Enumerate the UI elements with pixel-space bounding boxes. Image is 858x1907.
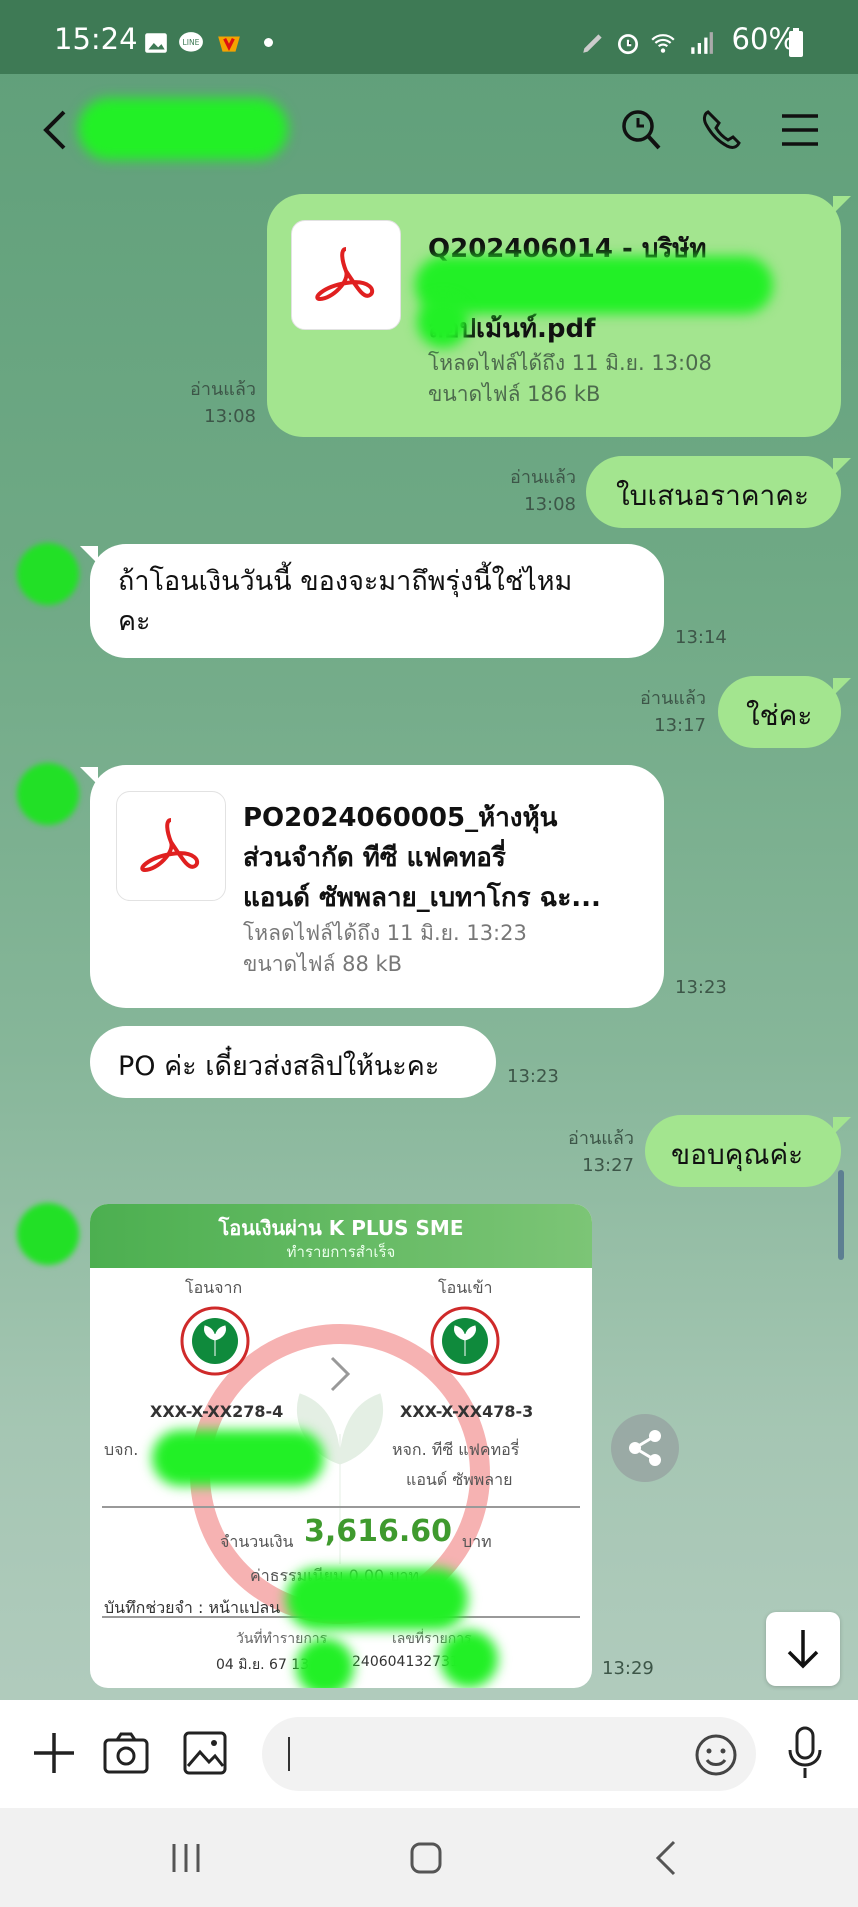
- svg-text:LINE: LINE: [183, 38, 200, 47]
- slip-image[interactable]: โอนเงินผ่าน K PLUS SME ทำรายการสำเร็จ โอ…: [90, 1204, 592, 1688]
- arrow-right-icon: [330, 1356, 351, 1392]
- pdf-icon: [291, 220, 401, 330]
- battery-percent: 60%: [731, 22, 796, 56]
- from-account: XXX-X-XX278-4: [150, 1402, 284, 1421]
- message-input[interactable]: [262, 1717, 756, 1791]
- read-status: อ่านแล้ว 13:08: [190, 379, 256, 427]
- avatar[interactable]: [17, 763, 79, 825]
- emoji-button[interactable]: [694, 1733, 738, 1777]
- amount-unit: บาท: [462, 1532, 492, 1551]
- system-back-button[interactable]: [650, 1838, 684, 1878]
- file-size: ขนาดไฟล์ 88 kB: [243, 952, 403, 976]
- bank-logo-icon: [180, 1306, 250, 1376]
- status-time: 15:24: [54, 22, 138, 56]
- from-label: โอนจาก: [185, 1278, 243, 1297]
- to-name-line1: หจก. ทีซี แฟคทอรี่: [392, 1440, 520, 1459]
- read-status: อ่านแล้ว 13:08: [510, 467, 576, 515]
- message-quote[interactable]: ใบเสนอราคาคะ: [586, 456, 851, 528]
- slip-header: โอนเงินผ่าน K PLUS SME ทำรายการสำเร็จ: [90, 1204, 592, 1268]
- line-notification-icon: LINE: [179, 32, 203, 52]
- redaction: [440, 1630, 498, 1688]
- file-message-1[interactable]: Q202406014 - บริษัท ลอปเม้นท์.pdf โหลดไฟ…: [267, 194, 851, 437]
- read-status: อ่านแล้ว 13:17: [640, 688, 706, 736]
- file-size: ขนาดไฟล์ 186 kB: [428, 382, 601, 406]
- home-button[interactable]: [406, 1838, 446, 1878]
- divider: [102, 1506, 580, 1508]
- scroll-to-bottom-button[interactable]: [766, 1612, 840, 1686]
- back-button[interactable]: [40, 108, 70, 152]
- camera-button[interactable]: [102, 1730, 150, 1776]
- more-notifications-dot: [264, 38, 273, 47]
- message-time: 13:23: [507, 1066, 559, 1087]
- to-label: โอนเข้า: [438, 1278, 493, 1297]
- slip-subtitle: ทำรายการสำเร็จ: [286, 1243, 396, 1261]
- pen-icon: [583, 34, 602, 53]
- microphone-button[interactable]: [784, 1726, 826, 1780]
- status-bar: 15:24 LINE 60%: [0, 0, 858, 74]
- file-name-line1: PO2024060005_ห้างหุ้น: [243, 803, 558, 833]
- signal-icon: [691, 32, 713, 54]
- gallery-button[interactable]: [182, 1730, 228, 1776]
- to-name-line2: แอนด์ ซัพพลาย: [406, 1470, 513, 1489]
- chat-name-redacted: [78, 98, 288, 160]
- message-text: ถ้าโอนเงินวันนี้ ของจะมาถึพรุ่งนี้ใช่ไหม…: [118, 566, 573, 637]
- alarm-icon: [617, 34, 639, 55]
- message-thanks[interactable]: ขอบคุณค่ะ: [645, 1115, 851, 1187]
- avatar[interactable]: [17, 543, 79, 605]
- file-name-line2: ส่วนจำกัด ทีซี แฟคทอรี่: [243, 843, 506, 873]
- message-time: 13:23: [675, 977, 727, 998]
- from-name: บจก.: [104, 1440, 139, 1459]
- recent-apps-button[interactable]: [166, 1838, 206, 1878]
- wifi-icon: [651, 34, 675, 53]
- call-button[interactable]: [700, 106, 742, 152]
- file-expiry: โหลดไฟล์ได้ถึง 11 มิ.ย. 13:23: [243, 921, 527, 945]
- pdf-icon: [116, 791, 226, 901]
- file-expiry: โหลดไฟล์ได้ถึง 11 มิ.ย. 13:08: [428, 351, 712, 375]
- add-button[interactable]: [32, 1731, 76, 1775]
- bank-logo-icon: [430, 1306, 500, 1376]
- file-message-2[interactable]: PO2024060005_ห้างหุ้น ส่วนจำกัด ทีซี แฟค…: [80, 765, 664, 1008]
- message-yes[interactable]: ใช่คะ: [718, 676, 851, 748]
- app-notification-icon: [218, 36, 240, 52]
- arrow-down-icon: [787, 1630, 819, 1669]
- amount-label: จำนวนเงิน: [220, 1532, 294, 1551]
- text-cursor: [288, 1737, 290, 1771]
- redaction: [296, 1638, 354, 1688]
- menu-button[interactable]: [780, 112, 820, 148]
- redaction: [152, 1430, 324, 1486]
- search-button[interactable]: [620, 106, 662, 152]
- message-text: PO ค่ะ เดี๋ยวส่งสลิปให้นะคะ: [118, 1051, 440, 1082]
- message-text: ขอบคุณค่ะ: [671, 1138, 804, 1171]
- amount-value: 3,616.60: [304, 1514, 453, 1549]
- read-status: อ่านแล้ว 13:27: [568, 1128, 634, 1176]
- redaction: [415, 256, 773, 314]
- share-icon: [629, 1430, 661, 1466]
- message-po[interactable]: PO ค่ะ เดี๋ยวส่งสลิปให้นะคะ: [90, 1026, 496, 1098]
- share-button[interactable]: [611, 1414, 679, 1482]
- to-account: XXX-X-XX478-3: [400, 1402, 534, 1421]
- scrollbar[interactable]: [838, 1170, 844, 1260]
- avatar[interactable]: [17, 1203, 79, 1265]
- gallery-notification-icon: [145, 33, 167, 53]
- redaction: [286, 1568, 468, 1630]
- battery-icon: [789, 28, 803, 57]
- message-text: ใช่คะ: [746, 699, 813, 732]
- message-text: ใบเสนอราคาคะ: [616, 479, 810, 512]
- message-time: 13:29: [602, 1658, 654, 1679]
- redaction: [417, 296, 469, 348]
- message-question[interactable]: ถ้าโอนเงินวันนี้ ของจะมาถึพรุ่งนี้ใช่ไหม…: [80, 544, 664, 658]
- file-name-line3: แอนด์ ซัพพลาย_เบทาโกร ฉะ...: [243, 883, 601, 913]
- message-time: 13:14: [675, 627, 727, 648]
